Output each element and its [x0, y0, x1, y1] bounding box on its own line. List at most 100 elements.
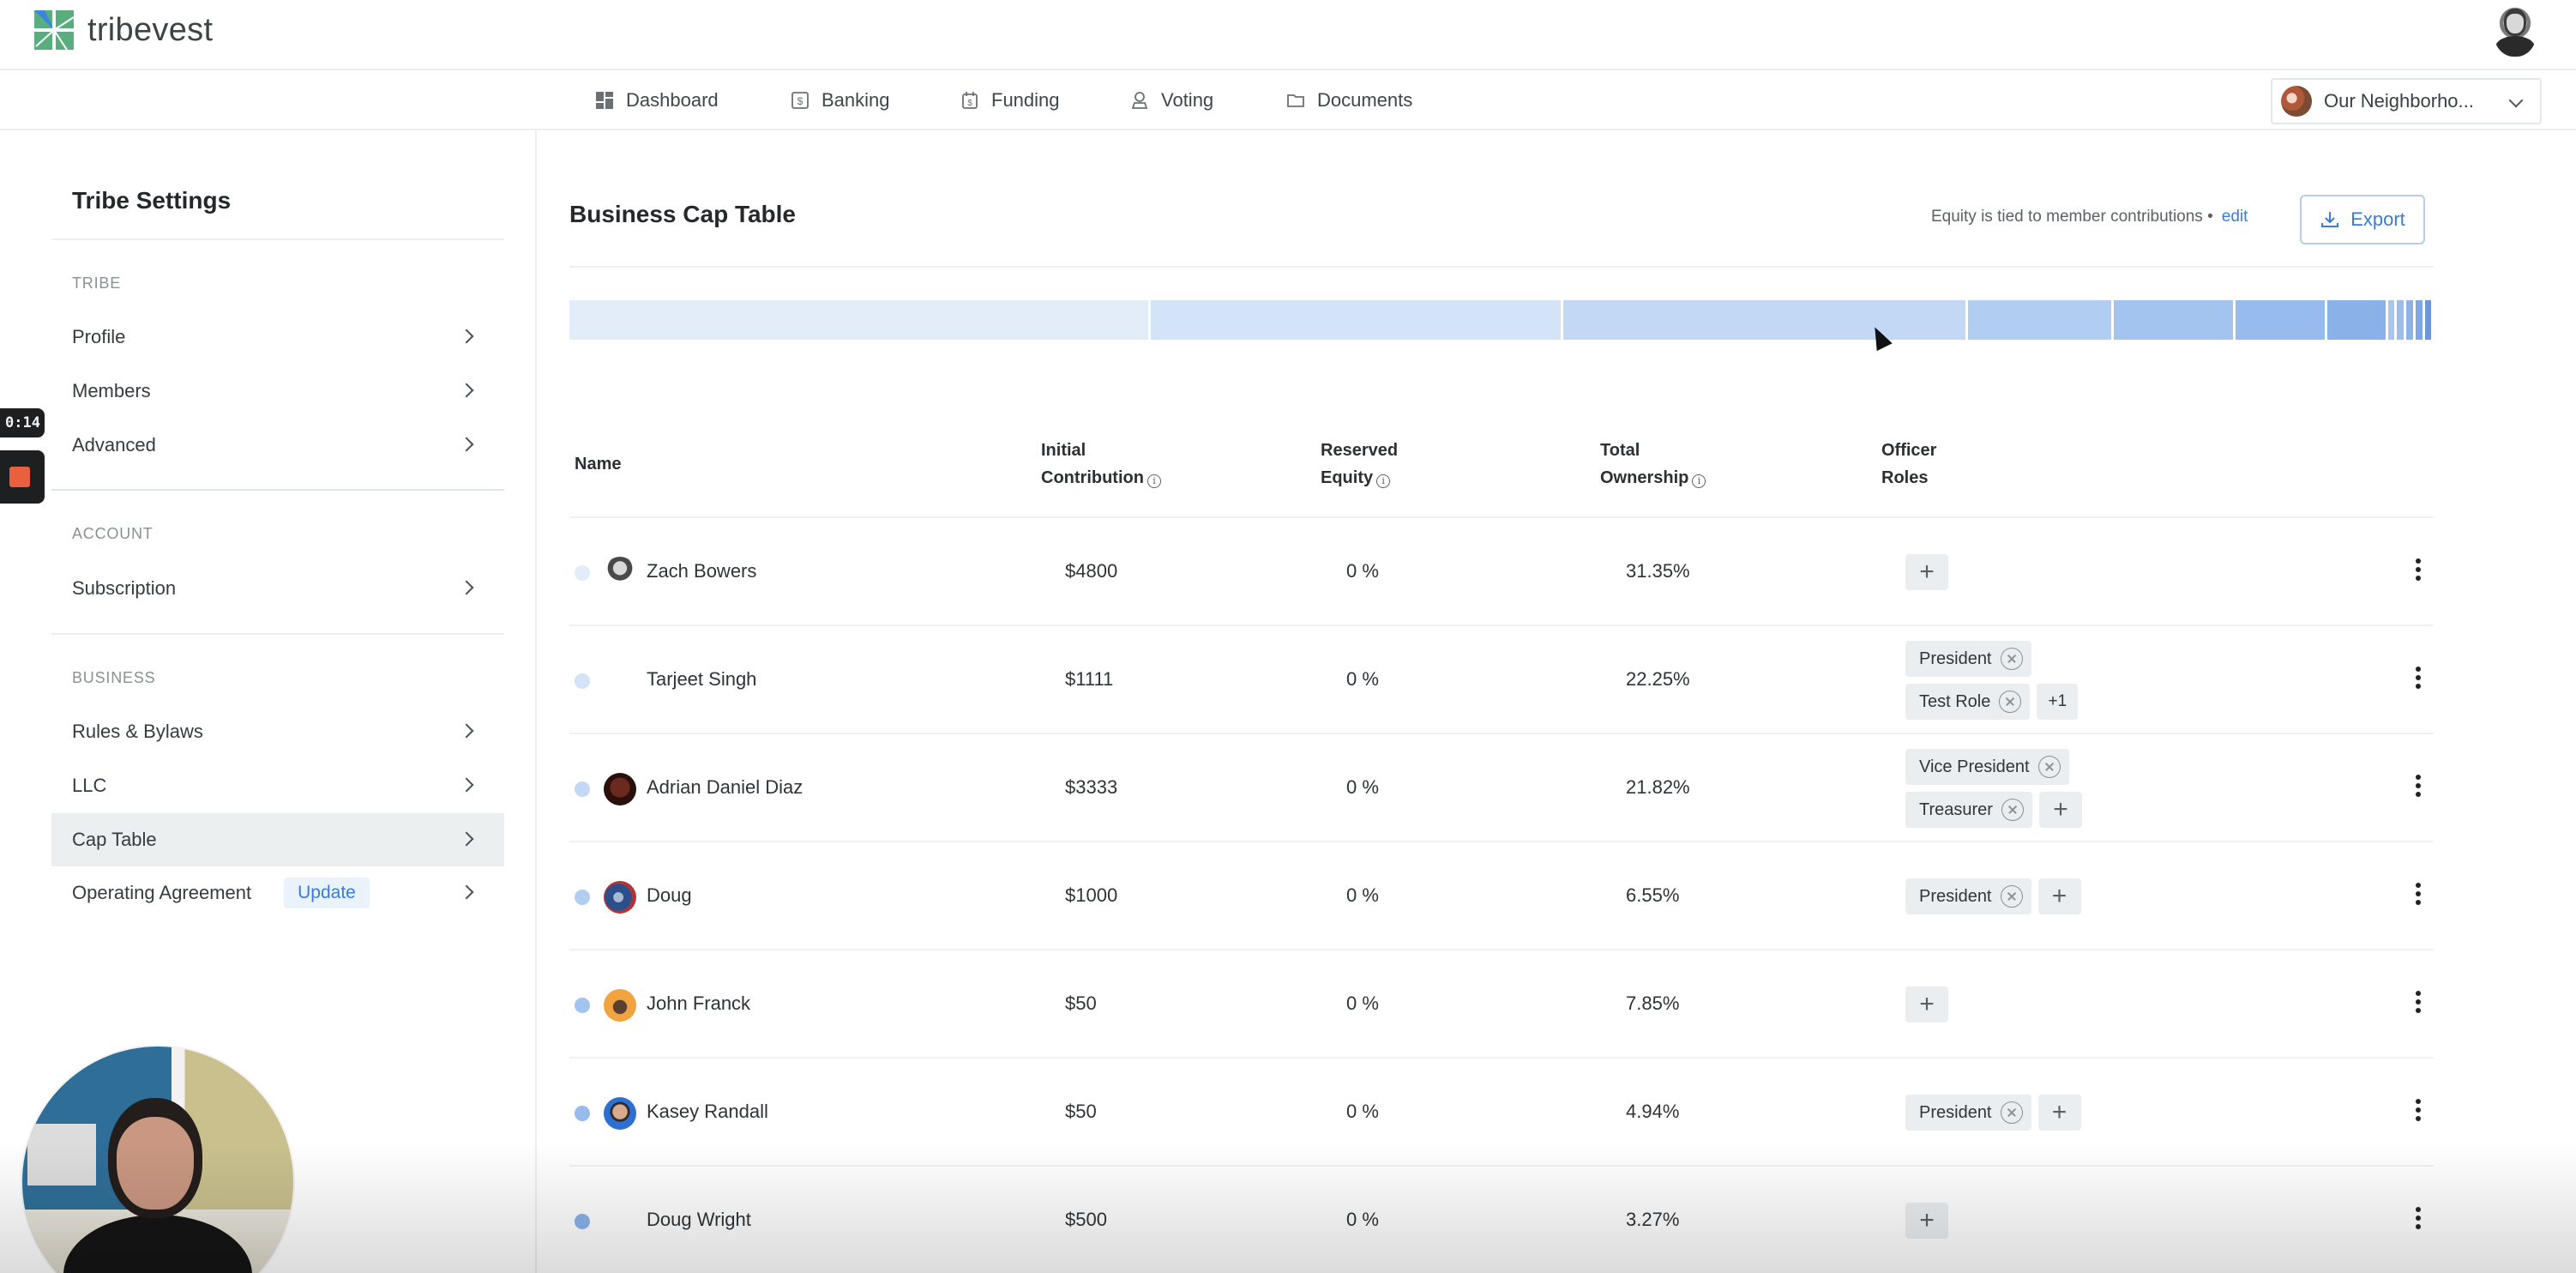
reserved-equity: 0 % — [1346, 560, 1379, 582]
info-icon[interactable]: i — [1692, 474, 1706, 488]
remove-role-icon[interactable] — [2000, 1101, 2023, 1124]
initial-contribution: $50 — [1065, 992, 1097, 1014]
initial-contribution: $1000 — [1065, 884, 1118, 906]
remove-role-icon[interactable] — [1999, 691, 2022, 713]
remove-role-icon[interactable] — [2037, 756, 2061, 778]
ownership-color-dot — [575, 998, 590, 1013]
member-name[interactable]: Doug — [647, 884, 692, 907]
nav-dashboard[interactable]: Dashboard — [595, 70, 719, 130]
nav-funding[interactable]: $ Funding — [960, 70, 1060, 130]
ownership-segment[interactable] — [2397, 300, 2407, 340]
sidebar-item-rules-bylaws[interactable]: Rules & Bylaws — [51, 705, 504, 758]
remove-role-icon[interactable] — [2000, 885, 2023, 908]
add-role-button[interactable]: + — [1905, 554, 1948, 590]
row-menu-button[interactable] — [2410, 1203, 2427, 1234]
role-chip: President — [1905, 641, 2031, 677]
ownership-segment[interactable] — [2114, 300, 2236, 340]
initial-contribution: $4800 — [1065, 560, 1118, 582]
add-role-button[interactable]: + — [2037, 878, 2081, 914]
member-name[interactable]: Tarjeet Singh — [647, 668, 756, 691]
ownership-segment[interactable] — [2387, 300, 2398, 340]
officer-roles: President + — [1905, 1059, 2266, 1167]
sidebar-item-label: Cap Table — [72, 829, 157, 850]
add-role-button[interactable]: + — [1905, 1203, 1948, 1239]
role-label: Vice President — [1919, 757, 2030, 776]
stop-recording-button[interactable] — [0, 450, 45, 504]
sidebar-item-label: Advanced — [72, 434, 156, 456]
remove-role-icon[interactable] — [2001, 799, 2024, 821]
sidebar-item-advanced[interactable]: Advanced — [51, 419, 504, 472]
row-menu-button[interactable] — [2410, 1095, 2427, 1125]
table-row: Adrian Daniel Diaz $3333 0 % 21.82% Vice Pre… — [569, 733, 2434, 841]
reserved-equity: 0 % — [1346, 776, 1379, 798]
sidebar-item-label: Operating Agreement — [72, 882, 252, 903]
member-name[interactable]: John Franck — [647, 992, 750, 1015]
ownership-segment[interactable] — [2415, 300, 2425, 340]
nav-banking[interactable]: $ Banking — [791, 70, 890, 130]
app-logo[interactable]: tribevest — [33, 9, 213, 51]
sidebar-title: Tribe Settings — [72, 187, 232, 214]
ownership-segment[interactable] — [2235, 300, 2327, 340]
tribe-selector-label: Our Neighborho... — [2324, 90, 2474, 112]
info-icon[interactable]: i — [1147, 474, 1161, 488]
member-name[interactable]: Zach Bowers — [647, 560, 756, 582]
ownership-segment[interactable] — [2326, 300, 2388, 340]
nav-documents[interactable]: Documents — [1286, 70, 1412, 130]
total-ownership: 21.82% — [1626, 776, 1690, 798]
ownership-segment[interactable] — [2406, 300, 2416, 340]
folder-icon — [1287, 94, 1304, 107]
sidebar-item-llc[interactable]: LLC — [51, 759, 504, 812]
chevron-right-icon — [459, 777, 474, 793]
officer-roles: President Test Role +1 — [1905, 626, 2266, 734]
divider — [569, 266, 2434, 268]
ownership-color-dot — [575, 890, 590, 905]
edit-link[interactable]: edit — [2222, 208, 2248, 226]
row-menu-button[interactable] — [2410, 554, 2427, 585]
role-chip: Treasurer — [1905, 792, 2032, 828]
add-role-button[interactable]: + — [2037, 1095, 2081, 1131]
update-badge[interactable]: Update — [284, 878, 370, 908]
officer-roles: + — [1905, 518, 2266, 626]
ownership-segment[interactable] — [2424, 300, 2434, 340]
sidebar-item-operating-agreement[interactable]: Operating Agreement Update — [51, 866, 504, 920]
ownership-segment[interactable] — [1563, 300, 1969, 340]
download-icon — [2321, 212, 2339, 227]
stop-icon — [9, 467, 30, 487]
ownership-segment[interactable] — [1968, 300, 2115, 340]
export-button[interactable]: Export — [2300, 195, 2425, 244]
column-header-initial-contribution: Initial Contribution i — [1041, 437, 1161, 492]
chevron-right-icon — [459, 884, 474, 900]
chevron-right-icon — [459, 437, 474, 452]
tribe-selector-dropdown[interactable]: Our Neighborho... — [2271, 78, 2542, 124]
column-header-officer-roles: Officer Roles — [1881, 437, 1936, 492]
total-ownership: 4.94% — [1626, 1101, 1680, 1122]
row-menu-button[interactable] — [2410, 662, 2427, 693]
member-name[interactable]: Kasey Randall — [647, 1101, 768, 1123]
chevron-down-icon — [2508, 93, 2524, 108]
role-chip: President — [1905, 878, 2031, 914]
sidebar-item-label: Members — [72, 380, 151, 401]
user-avatar[interactable] — [2494, 5, 2537, 57]
more-roles-button[interactable]: +1 — [2037, 684, 2079, 720]
add-role-button[interactable]: + — [2038, 792, 2082, 828]
remove-role-icon[interactable] — [2000, 648, 2023, 670]
info-icon[interactable]: i — [1376, 474, 1391, 488]
initial-contribution: $3333 — [1065, 776, 1118, 798]
sidebar-item-cap-table[interactable]: Cap Table — [51, 813, 504, 866]
row-menu-button[interactable] — [2410, 878, 2427, 909]
header-line: Equity — [1321, 468, 1374, 487]
row-menu-button[interactable] — [2410, 986, 2427, 1017]
total-ownership: 6.55% — [1626, 884, 1680, 906]
row-menu-button[interactable] — [2410, 770, 2427, 801]
member-name[interactable]: Doug Wright — [647, 1209, 751, 1231]
sidebar-item-members[interactable]: Members — [51, 365, 504, 418]
sidebar-item-profile[interactable]: Profile — [51, 311, 504, 364]
nav-voting[interactable]: Voting — [1130, 70, 1213, 130]
add-role-button[interactable]: + — [1905, 986, 1948, 1023]
member-name[interactable]: Adrian Daniel Diaz — [647, 776, 803, 799]
sidebar-item-subscription[interactable]: Subscription — [51, 562, 504, 615]
ownership-segment[interactable] — [569, 300, 1152, 340]
ownership-segment[interactable] — [1151, 300, 1564, 340]
role-chip: President — [1905, 1095, 2031, 1131]
reserved-equity: 0 % — [1346, 1101, 1379, 1122]
